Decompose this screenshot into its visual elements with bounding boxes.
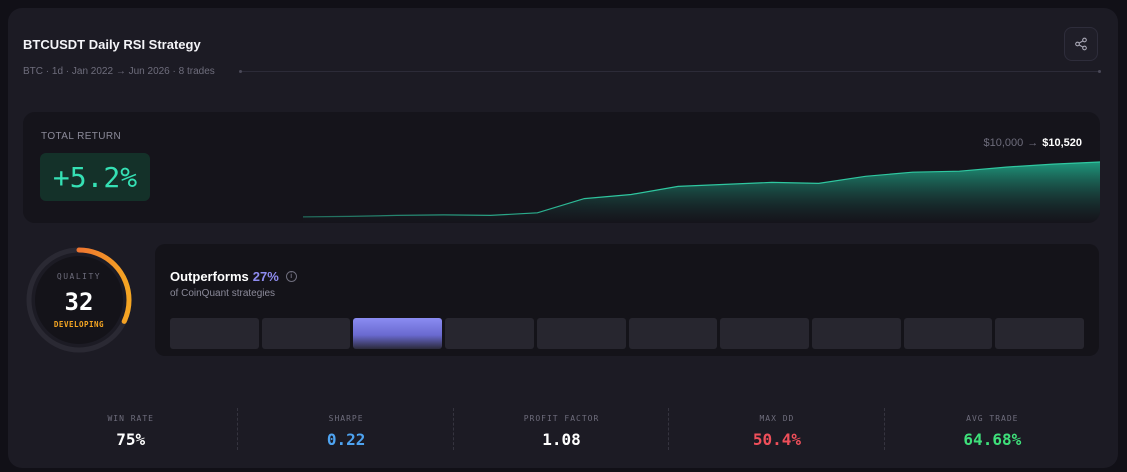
subtitle-divider [239, 70, 1101, 73]
outperforms-heading: Outperforms 27% i [170, 269, 297, 284]
stat-label: WIN RATE [107, 414, 154, 423]
stat-label: AVG TRADE [966, 414, 1019, 423]
total-return-panel: TOTAL RETURN +5.2% $10,000 → $10,520 [23, 112, 1100, 223]
outperforms-percent: 27% [252, 269, 279, 284]
start-balance: $10,000 [983, 137, 1024, 149]
stat-item: SHARPE 0.22 [238, 406, 455, 456]
percentile-bucket-active [353, 318, 443, 349]
stat-item: MAX DD 50.4% [669, 406, 886, 456]
outperforms-panel: Outperforms 27% i of CoinQuant strategie… [155, 244, 1099, 356]
percentile-bucket [995, 318, 1085, 349]
stat-value: 50.4% [752, 430, 801, 449]
stat-label: MAX DD [759, 414, 795, 423]
outperforms-label: Outperforms [170, 269, 249, 284]
total-return-badge: +5.2% [40, 153, 150, 201]
quality-status: DEVELOPING [53, 320, 105, 329]
percentile-bucket [536, 318, 626, 349]
stat-item: PROFIT FACTOR 1.08 [454, 406, 670, 456]
percentile-bucket [628, 318, 718, 349]
stat-value: 64.68% [963, 430, 1022, 449]
percentile-bucket [903, 318, 993, 349]
stats-row: WIN RATE 75% SHARPE 0.22 PROFIT FACTOR 1.08 MA… [23, 406, 1100, 456]
balance-change: $10,000 → $10,520 [983, 137, 1082, 149]
arrow-right-icon: → [1027, 137, 1039, 149]
percentile-bucket [811, 318, 901, 349]
info-icon[interactable]: i [285, 271, 297, 282]
total-return-label: TOTAL RETURN [41, 131, 122, 142]
quality-label: QUALITY [56, 272, 102, 281]
stat-label: SHARPE [328, 414, 364, 423]
strategy-title: BTCUSDT Daily RSI Strategy [23, 37, 201, 52]
percentile-bucket [261, 318, 351, 349]
share-button[interactable] [1064, 27, 1098, 61]
percentile-bucket [445, 318, 534, 349]
stat-value: 0.22 [326, 430, 366, 449]
end-balance: $10,520 [1042, 137, 1082, 149]
stat-item: AVG TRADE 64.68% [885, 406, 1100, 456]
strategy-subtitle: BTC · 1d · Jan 2022 → Jun 2026 · 8 trade… [23, 66, 215, 77]
percentile-bucket [720, 318, 809, 349]
equity-curve-chart [23, 112, 1100, 223]
outperforms-subtitle: of CoinQuant strategies [170, 288, 276, 299]
stat-value: 75% [116, 430, 146, 449]
percentile-bucket [170, 318, 259, 349]
quality-score: 32 [64, 288, 94, 316]
percentile-buckets [170, 318, 1085, 349]
total-return-value: +5.2% [52, 160, 138, 194]
stat-item: WIN RATE 75% [23, 406, 239, 456]
strategy-card: BTCUSDT Daily RSI Strategy BTC · 1d · Ja… [8, 8, 1118, 468]
stat-label: PROFIT FACTOR [523, 414, 600, 423]
share-icon [1075, 37, 1087, 51]
stat-value: 1.08 [542, 430, 581, 449]
